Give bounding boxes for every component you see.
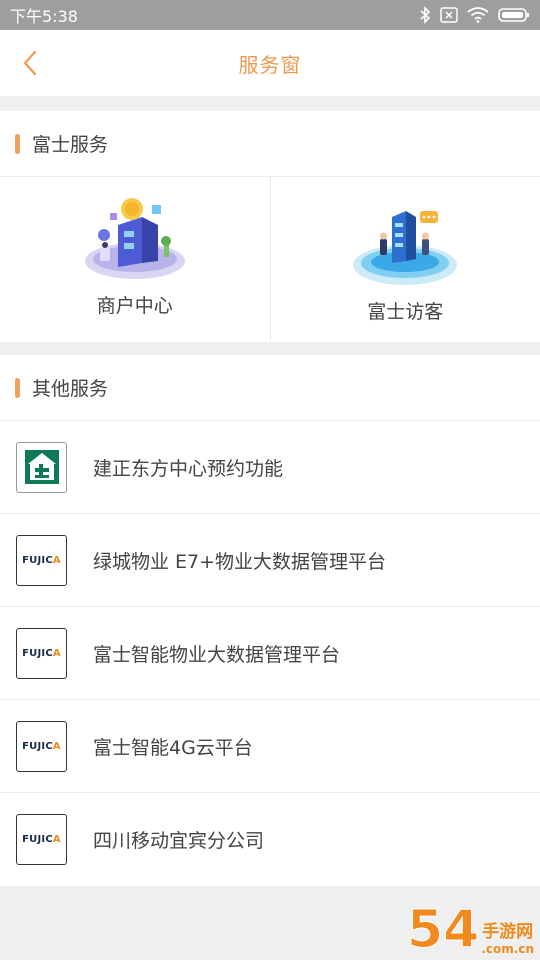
status-bar: 下午5:38 [0,0,540,30]
jianzheng-logo [16,441,67,493]
list-item-label: 富士智能物业大数据管理平台 [93,643,341,666]
other-services-section: 其他服务 建正东方中心预约功能 FUJICA 绿城物业 E7+物业大数据管理平台… [0,355,540,886]
battery-icon [498,8,529,22]
back-button[interactable] [14,47,46,79]
fujica-logo-main: FUJIC [22,554,53,566]
visitor-icon [353,211,458,285]
fujica-logo: FUJICA [16,720,67,772]
section-header: 富士服务 [0,111,540,177]
watermark-text: 手游网 .com.cn [481,917,534,956]
list-item-label: 四川移动宜宾分公司 [93,830,265,852]
list-item-sichuan-mobile[interactable]: FUJICA 四川移动宜宾分公司 [0,793,540,886]
list-item-label: 绿城物业 E7+物业大数据管理平台 [93,550,387,573]
list-item-jianzheng[interactable]: 建正东方中心预约功能 [0,421,540,514]
section-accent-bar [15,133,20,154]
list-item-label: 建正东方中心预约功能 [93,457,284,480]
fujica-logo-main: FUJIC [22,834,53,845]
jianzheng-logo-icon [19,445,64,489]
list-item-fuji-4g[interactable]: FUJICA 富士智能4G云平台 [0,700,540,793]
fujica-logo-accent: A [52,834,61,845]
sim-off-icon [440,7,458,23]
fujica-logo-main: FUJIC [22,740,53,752]
watermark-cn: 手游网 [482,922,534,942]
visitor-tile[interactable]: 富士访客 [269,177,540,342]
visitor-label: 富士访客 [367,301,444,323]
merchant-center-label: 商户中心 [96,295,173,317]
fuji-services-section: 富士服务 商户中心 富士访客 [0,111,540,342]
fujica-logo: FUJICA [16,534,67,586]
section-title: 富士服务 [32,134,109,156]
wifi-icon [467,7,489,23]
chevron-left-icon [23,50,37,76]
watermark-domain: .com.cn [481,942,534,956]
section-header: 其他服务 [0,355,540,421]
page-title: 服务窗 [238,52,302,77]
service-grid: 商户中心 富士访客 [0,177,540,342]
fujica-logo-accent: A [52,740,61,752]
merchant-center-icon [84,198,185,279]
merchant-center-tile[interactable]: 商户中心 [0,177,270,342]
watermark-number: 54 [406,900,480,960]
list-item-label: 富士智能4G云平台 [93,736,253,759]
list-item-fuji-property[interactable]: FUJICA 富士智能物业大数据管理平台 [0,607,540,700]
fujica-logo-main: FUJIC [22,647,53,659]
fujica-logo: FUJICA [16,627,67,679]
watermark: 54 手游网 .com.cn [406,900,534,960]
status-icons [419,6,530,24]
nav-bar: 服务窗 [0,30,540,96]
fujica-logo-accent: A [52,647,61,659]
fujica-logo-accent: A [52,554,61,566]
section-title: 其他服务 [32,378,109,400]
bluetooth-icon [420,6,431,24]
fujica-logo: FUJICA [16,814,67,865]
list-item-lvcheng[interactable]: FUJICA 绿城物业 E7+物业大数据管理平台 [0,514,540,607]
section-accent-bar [15,377,20,398]
status-time: 下午5:38 [10,7,78,26]
